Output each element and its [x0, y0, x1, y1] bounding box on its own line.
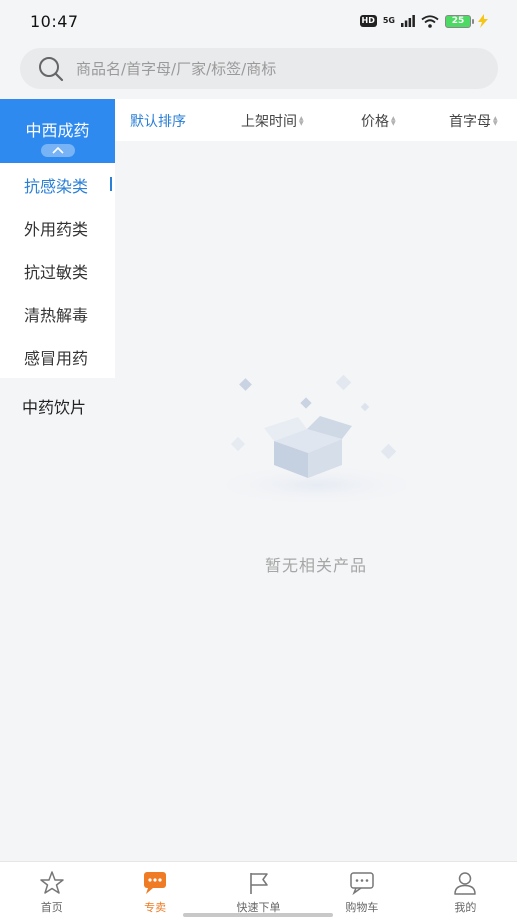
- sort-bar: 默认排序 上架时间 ▲ ▼ 价格 ▲ ▼ 首字母 ▲ ▼: [115, 99, 517, 141]
- chat-bubble-icon: [141, 869, 169, 897]
- search-input[interactable]: [76, 59, 456, 78]
- subcategory-item[interactable]: 外用药类: [0, 206, 115, 249]
- sort-shelf-time-button[interactable]: 上架时间 ▲ ▼: [241, 111, 304, 131]
- bottom-tab-bar: 首页 专卖 快速下单 购物车 我的: [0, 861, 517, 920]
- user-icon: [451, 869, 479, 897]
- sort-initial-label: 首字母: [449, 114, 491, 130]
- sort-arrows-icon: ▲ ▼: [391, 115, 396, 127]
- tab-label: 我的: [454, 901, 477, 914]
- tab-cart[interactable]: 购物车: [310, 862, 413, 920]
- subcategory-item-active[interactable]: 抗感染类: [0, 163, 115, 206]
- category-sidebar: 中西成药 抗感染类 外用药类 抗过敏类 清热解毒 感冒用药 中药饮片: [0, 99, 115, 861]
- tab-label: 首页: [40, 901, 63, 914]
- search-bar[interactable]: [20, 48, 498, 89]
- sort-arrows-icon: ▲ ▼: [493, 115, 498, 127]
- product-list-area: 暂无相关产品: [115, 141, 517, 861]
- sort-arrows-icon: ▲ ▼: [299, 115, 304, 127]
- charging-icon: [478, 14, 488, 28]
- tab-profile[interactable]: 我的: [414, 862, 517, 920]
- sort-default-label: 默认排序: [130, 114, 186, 130]
- flag-icon: [245, 869, 273, 897]
- sort-shelf-time-label: 上架时间: [241, 114, 297, 130]
- category-label: 中西成药: [25, 121, 90, 140]
- hd-badge: HD: [359, 15, 377, 27]
- subcategory-item[interactable]: 清热解毒: [0, 292, 115, 335]
- sort-initial-button[interactable]: 首字母 ▲ ▼: [449, 111, 498, 131]
- category-zhongyao-yinpian[interactable]: 中药饮片: [0, 378, 115, 434]
- tab-label: 购物车: [345, 901, 379, 914]
- status-time: 10:47: [30, 12, 79, 31]
- star-icon: [38, 869, 66, 897]
- sort-default-button[interactable]: 默认排序: [130, 111, 186, 131]
- subcategory-list: 抗感染类 外用药类 抗过敏类 清热解毒 感冒用药: [0, 163, 115, 378]
- network-badge: 5G: [382, 16, 395, 25]
- tab-quick-order[interactable]: 快速下单: [207, 862, 310, 920]
- tab-label: 专卖: [144, 901, 167, 914]
- battery-indicator: 25: [445, 14, 474, 28]
- sort-price-button[interactable]: 价格 ▲ ▼: [361, 111, 396, 131]
- signal-icon: [401, 15, 415, 27]
- tab-special-sale[interactable]: 专卖: [103, 862, 206, 920]
- empty-state-text: 暂无相关产品: [264, 556, 367, 575]
- wifi-icon: [421, 14, 439, 28]
- chevron-up-icon[interactable]: [41, 144, 75, 157]
- empty-box-illustration: [205, 374, 429, 503]
- category-zhongxi-chengyao[interactable]: 中西成药: [0, 99, 115, 163]
- subcategory-item[interactable]: 抗过敏类: [0, 249, 115, 292]
- status-bar: 10:47 HD 5G 25: [0, 0, 517, 44]
- home-indicator: [183, 913, 333, 917]
- sort-price-label: 价格: [361, 114, 389, 130]
- tab-home[interactable]: 首页: [0, 862, 103, 920]
- search-icon: [36, 54, 66, 84]
- message-icon: [348, 869, 376, 897]
- status-icons: HD 5G 25: [359, 14, 489, 28]
- subcategory-item[interactable]: 感冒用药: [0, 335, 115, 378]
